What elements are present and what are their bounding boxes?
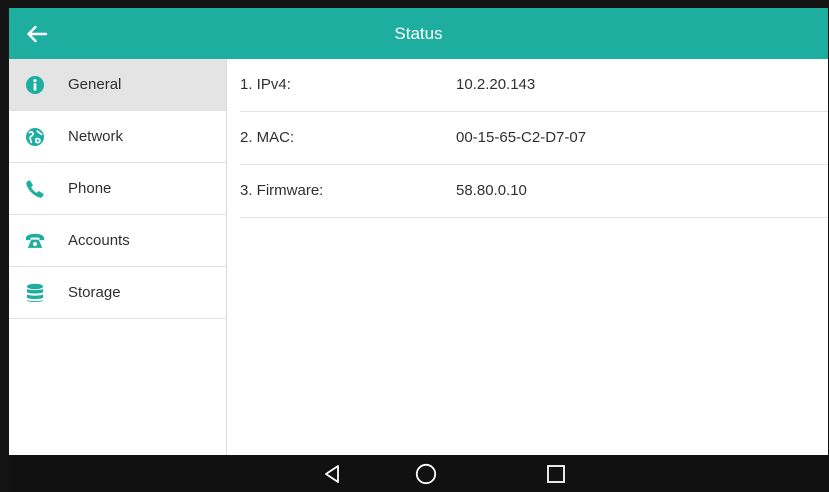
sidebar-item-accounts[interactable]: Accounts: [9, 215, 226, 267]
back-button[interactable]: [9, 8, 65, 59]
sidebar-item-storage[interactable]: Storage: [9, 267, 226, 319]
phone-handset-icon: [25, 179, 45, 199]
status-detail-panel: 1. IPv4: 10.2.20.143 2. MAC: 00-15-65-C2…: [227, 59, 828, 455]
row-label: 2. MAC:: [240, 129, 295, 146]
sidebar-item-phone[interactable]: Phone: [9, 163, 226, 215]
nav-recents-button[interactable]: [536, 459, 576, 489]
sidebar-item-label: Network: [68, 128, 124, 145]
desk-phone-icon: [25, 231, 45, 251]
status-row-firmware: 3. Firmware: 58.80.0.10: [240, 165, 828, 218]
row-label: 3. Firmware:: [240, 182, 324, 199]
system-navigation-bar: [9, 455, 829, 492]
recents-square-icon: [547, 465, 565, 483]
title-bar: Status: [9, 8, 828, 59]
row-label: 1. IPv4:: [240, 76, 291, 93]
database-icon: [25, 283, 45, 303]
row-value: 58.80.0.10: [456, 182, 527, 199]
sidebar-item-general[interactable]: General: [9, 59, 226, 111]
globe-icon: [25, 127, 45, 147]
nav-back-button[interactable]: [312, 459, 352, 489]
back-triangle-icon: [325, 465, 339, 483]
sidebar-item-label: Accounts: [68, 232, 130, 249]
home-circle-icon: [415, 463, 437, 485]
status-row-mac: 2. MAC: 00-15-65-C2-D7-07: [240, 112, 828, 165]
sidebar: General Network Phone Accounts Storage: [9, 59, 227, 455]
sidebar-item-label: Phone: [68, 180, 112, 197]
row-value: 10.2.20.143: [456, 76, 536, 93]
sidebar-item-label: General: [68, 76, 122, 93]
back-arrow-icon: [27, 25, 48, 42]
page-title: Status: [394, 24, 443, 43]
info-icon: [25, 75, 45, 95]
row-value: 00-15-65-C2-D7-07: [456, 129, 587, 146]
status-row-ipv4: 1. IPv4: 10.2.20.143: [240, 59, 828, 112]
nav-home-button[interactable]: [406, 459, 446, 489]
sidebar-item-network[interactable]: Network: [9, 111, 226, 163]
sidebar-item-label: Storage: [68, 284, 121, 301]
